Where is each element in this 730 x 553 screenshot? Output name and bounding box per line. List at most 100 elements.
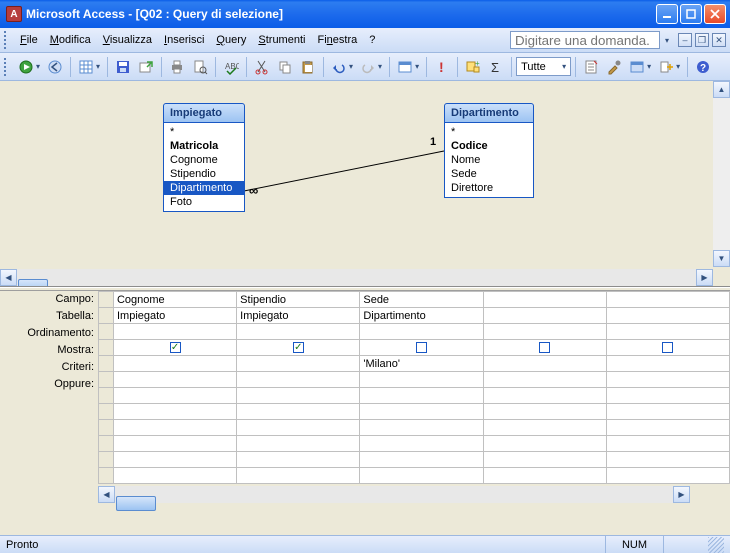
grid-hscroll-right[interactable]: ▶: [673, 486, 690, 503]
menu-file[interactable]: File: [14, 31, 44, 49]
row-campo: Cognome Stipendio Sede: [99, 292, 730, 308]
label-mostra: Mostra:: [0, 342, 98, 359]
help-search-input[interactable]: [510, 31, 660, 49]
help-search-dropdown[interactable]: [663, 34, 669, 46]
table-impiegato-title[interactable]: Impiegato: [163, 103, 245, 123]
print-button[interactable]: [166, 56, 188, 78]
label-tabella: Tabella:: [0, 308, 98, 325]
cell-criteri-0[interactable]: [113, 356, 236, 372]
cell-campo-2[interactable]: Sede: [360, 292, 483, 308]
minimize-button[interactable]: [656, 4, 678, 24]
cell-tabella-0[interactable]: Impiegato: [113, 308, 236, 324]
cell-criteri-4[interactable]: [606, 356, 729, 372]
mdi-restore-button[interactable]: ❐: [695, 33, 709, 47]
cell-tabella-1[interactable]: Impiegato: [237, 308, 360, 324]
export-button[interactable]: [135, 56, 157, 78]
grid-hscroll[interactable]: ◀ ▶: [98, 486, 690, 503]
design-canvas[interactable]: ∞ 1 Impiegato * Matricola Cognome Stipen…: [0, 81, 730, 286]
field-dipartimento[interactable]: Dipartimento: [164, 181, 244, 195]
design-hscroll[interactable]: ◀ ▶: [0, 269, 730, 286]
close-button[interactable]: [704, 4, 726, 24]
menu-strumenti[interactable]: Strumenti: [252, 31, 311, 49]
mostra-check-4[interactable]: [662, 342, 673, 353]
menu-finestra[interactable]: Finestra: [311, 31, 363, 49]
field-codice[interactable]: Codice: [445, 139, 533, 153]
mdi-minimize-button[interactable]: –: [678, 33, 692, 47]
cell-campo-3[interactable]: [483, 292, 606, 308]
cell-criteri-3[interactable]: [483, 356, 606, 372]
cell-tabella-4[interactable]: [606, 308, 729, 324]
cell-criteri-1[interactable]: [237, 356, 360, 372]
vscroll-up[interactable]: ▲: [713, 81, 730, 98]
design-vscroll[interactable]: ▲ ▼: [713, 81, 730, 267]
mostra-check-0[interactable]: ✓: [170, 342, 181, 353]
totals-button[interactable]: Σ: [485, 56, 507, 78]
cell-criteri-2[interactable]: 'Milano': [360, 356, 483, 372]
menu-query[interactable]: Query: [210, 31, 252, 49]
run-button[interactable]: !: [431, 56, 453, 78]
toolbar-handle[interactable]: [4, 58, 10, 76]
table-impiegato[interactable]: Impiegato * Matricola Cognome Stipendio …: [163, 103, 245, 212]
svg-text:+: +: [475, 59, 480, 68]
field-sede[interactable]: Sede: [445, 167, 533, 181]
field-foto[interactable]: Foto: [164, 195, 244, 209]
design-pane: ∞ 1 Impiegato * Matricola Cognome Stipen…: [0, 81, 730, 287]
mostra-check-2[interactable]: [416, 342, 427, 353]
menu-inserisci[interactable]: Inserisci: [158, 31, 210, 49]
datasheet-button[interactable]: [75, 56, 103, 78]
undo-button[interactable]: [328, 56, 356, 78]
query-type-button[interactable]: [394, 56, 422, 78]
menu-modifica[interactable]: Modifica: [44, 31, 97, 49]
vscroll-down[interactable]: ▼: [713, 250, 730, 267]
back-button[interactable]: [44, 56, 66, 78]
resize-grip[interactable]: [708, 537, 724, 553]
cell-campo-0[interactable]: Cognome: [113, 292, 236, 308]
top-values-combo[interactable]: Tutte: [516, 57, 571, 76]
properties-button[interactable]: [580, 56, 602, 78]
field-nome[interactable]: Nome: [445, 153, 533, 167]
maximize-button[interactable]: [680, 4, 702, 24]
field-star2[interactable]: *: [445, 125, 533, 139]
preview-button[interactable]: [189, 56, 211, 78]
hscroll-right[interactable]: ▶: [696, 269, 713, 286]
field-star[interactable]: *: [164, 125, 244, 139]
field-direttore[interactable]: Direttore: [445, 181, 533, 195]
help-button[interactable]: ?: [692, 56, 714, 78]
cut-button[interactable]: [251, 56, 273, 78]
show-table-button[interactable]: +: [462, 56, 484, 78]
cell-tabella-3[interactable]: [483, 308, 606, 324]
window-title: Microsoft Access - [Q02 : Query di selez…: [26, 7, 656, 21]
row-oppure: [99, 372, 730, 388]
build-button[interactable]: [603, 56, 625, 78]
cell-campo-4[interactable]: [606, 292, 729, 308]
field-stipendio[interactable]: Stipendio: [164, 167, 244, 181]
view-button[interactable]: [15, 56, 43, 78]
db-window-button[interactable]: [626, 56, 654, 78]
menu-help[interactable]: ?: [363, 31, 381, 49]
cell-campo-1[interactable]: Stipendio: [237, 292, 360, 308]
paste-button[interactable]: [297, 56, 319, 78]
new-object-button[interactable]: [655, 56, 683, 78]
grid-hscroll-left[interactable]: ◀: [98, 486, 115, 503]
redo-button[interactable]: [357, 56, 385, 78]
status-ready: Pronto: [6, 539, 38, 551]
save-button[interactable]: [112, 56, 134, 78]
field-matricola[interactable]: Matricola: [164, 139, 244, 153]
copy-button[interactable]: [274, 56, 296, 78]
table-dipartimento-title[interactable]: Dipartimento: [444, 103, 534, 123]
svg-text:!: !: [439, 59, 444, 75]
qbe-grid[interactable]: Cognome Stipendio Sede Impiegato Impiega…: [98, 291, 730, 484]
app-icon: A: [6, 6, 22, 22]
hscroll-left[interactable]: ◀: [0, 269, 17, 286]
mdi-close-button[interactable]: ✕: [712, 33, 726, 47]
mostra-check-3[interactable]: [539, 342, 550, 353]
table-impiegato-body: * Matricola Cognome Stipendio Dipartimen…: [163, 123, 245, 212]
table-dipartimento[interactable]: Dipartimento * Codice Nome Sede Direttor…: [444, 103, 534, 198]
spellcheck-button[interactable]: ABC: [220, 56, 242, 78]
cell-tabella-2[interactable]: Dipartimento: [360, 308, 483, 324]
mostra-check-1[interactable]: ✓: [293, 342, 304, 353]
menu-visualizza[interactable]: Visualizza: [97, 31, 158, 49]
menu-bar: File Modifica Visualizza Inserisci Query…: [0, 28, 730, 53]
menu-handle[interactable]: [4, 31, 10, 49]
field-cognome[interactable]: Cognome: [164, 153, 244, 167]
